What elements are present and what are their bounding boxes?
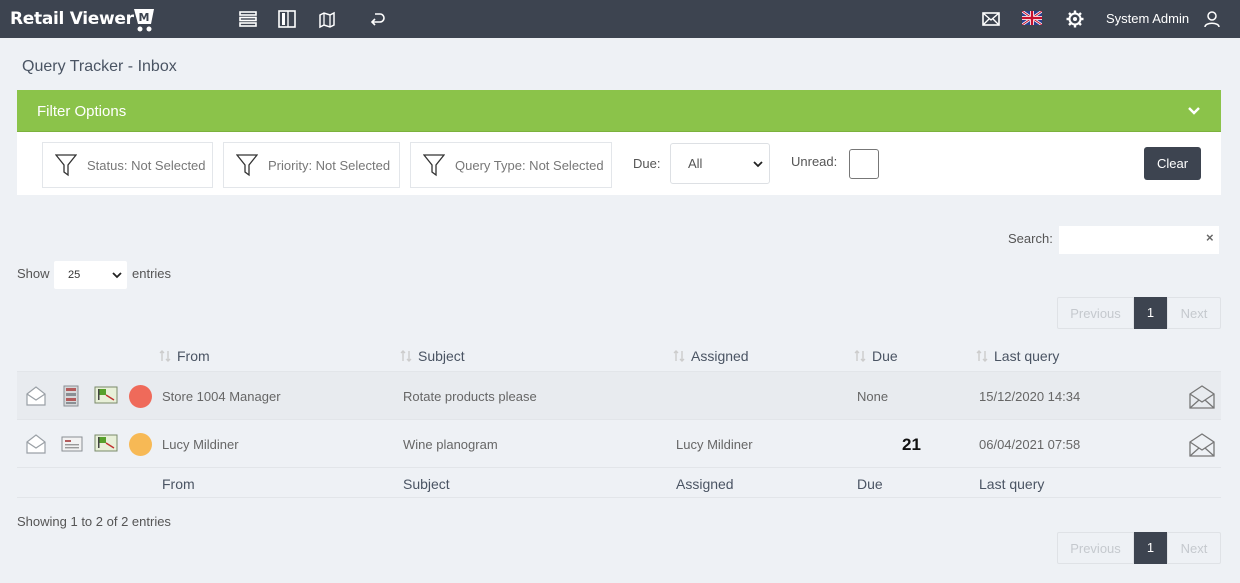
funnel-icon xyxy=(236,154,258,177)
show-label: Show xyxy=(17,266,50,281)
search-input[interactable] xyxy=(1059,226,1219,254)
column-header-last-query-label: Last query xyxy=(994,348,1060,364)
sort-icon xyxy=(400,350,412,362)
previous-page-button[interactable]: Previous xyxy=(1057,532,1134,564)
user-name[interactable]: System Admin xyxy=(1106,11,1189,26)
status-filter-label: Status: Not Selected xyxy=(87,157,206,173)
footer-due: Due xyxy=(857,476,883,492)
unread-label: Unread: xyxy=(791,154,838,169)
filter-panel-title: Filter Options xyxy=(37,103,127,120)
envelope-icon[interactable] xyxy=(1188,432,1216,458)
status-filter-button[interactable]: Status: Not Selected xyxy=(42,142,213,188)
last-query-cell: 06/04/2021 07:58 xyxy=(979,437,1081,452)
column-header-assigned[interactable]: Assigned xyxy=(672,348,749,364)
store-map-icon[interactable] xyxy=(317,9,337,29)
next-page-button[interactable]: Next xyxy=(1167,297,1221,329)
footer-assigned: Assigned xyxy=(676,476,734,492)
priority-indicator xyxy=(129,433,152,456)
due-cell: None xyxy=(857,389,889,404)
envelope-icon[interactable] xyxy=(1188,384,1216,410)
assigned-cell: Lucy Mildiner xyxy=(676,437,753,452)
sort-icon xyxy=(854,350,866,362)
due-select[interactable]: All xyxy=(670,143,770,184)
svg-text:M: M xyxy=(138,11,149,24)
query-type-filter-label: Query Type: Not Selected xyxy=(455,157,604,173)
previous-page-button[interactable]: Previous xyxy=(1057,297,1134,329)
chevron-down-icon xyxy=(753,161,763,168)
column-header-last-query[interactable]: Last query xyxy=(975,348,1059,364)
user-icon[interactable] xyxy=(1202,9,1222,29)
planogram-icon[interactable] xyxy=(277,9,297,29)
query-type-filter-button[interactable]: Query Type: Not Selected xyxy=(410,142,612,188)
cart-logo-icon: M xyxy=(132,7,156,32)
document-icon xyxy=(61,436,83,452)
entries-info: Showing 1 to 2 of 2 entries xyxy=(17,514,171,529)
column-header-assigned-label: Assigned xyxy=(691,348,749,364)
table-row[interactable]: Store 1004 Manager Rotate products pleas… xyxy=(17,372,1221,420)
priority-indicator xyxy=(129,385,152,408)
store-map-icon xyxy=(94,386,118,404)
open-envelope-icon xyxy=(26,434,46,454)
next-page-button[interactable]: Next xyxy=(1167,532,1221,564)
unread-checkbox[interactable] xyxy=(849,149,879,179)
due-select-value: All xyxy=(688,156,703,171)
last-query-cell: 15/12/2020 14:34 xyxy=(979,389,1081,404)
table-footer: From Subject Assigned Due Last query xyxy=(17,468,1221,498)
from-cell: Lucy Mildiner xyxy=(162,437,239,452)
column-header-due[interactable]: Due xyxy=(853,348,898,364)
due-label: Due: xyxy=(633,156,661,171)
footer-last-query: Last query xyxy=(979,476,1045,492)
uk-flag-icon[interactable] xyxy=(1022,11,1042,25)
planogram-shelf-icon xyxy=(63,385,79,407)
sort-icon xyxy=(159,350,171,362)
subject-cell: Wine planogram xyxy=(403,437,498,452)
list-view-icon[interactable] xyxy=(238,9,258,29)
store-map-icon xyxy=(94,434,118,452)
clear-search-icon[interactable]: × xyxy=(1206,230,1214,245)
chevron-down-icon xyxy=(112,272,122,279)
due-cell: 21 xyxy=(902,435,921,454)
column-header-subject[interactable]: Subject xyxy=(399,348,465,364)
sort-icon xyxy=(673,350,685,362)
settings-gear-icon[interactable] xyxy=(1065,9,1085,29)
clear-button[interactable]: Clear xyxy=(1144,147,1201,180)
pagination-bottom: Previous 1 Next xyxy=(1057,532,1221,564)
priority-filter-label: Priority: Not Selected xyxy=(268,157,391,173)
return-icon[interactable] xyxy=(367,9,387,29)
column-header-due-label: Due xyxy=(872,348,898,364)
top-navbar: Retail Viewer M System Admin xyxy=(0,0,1240,38)
entries-label: entries xyxy=(132,266,172,281)
table-row[interactable]: Lucy Mildiner Wine planogram Lucy Mildin… xyxy=(17,420,1221,468)
sort-icon xyxy=(976,350,988,362)
filter-panel: Filter Options Status: Not Selected Prio… xyxy=(17,90,1221,195)
entries-per-page-select[interactable]: 25 xyxy=(54,261,127,289)
page-title: Query Tracker - Inbox xyxy=(22,58,177,75)
column-header-from[interactable]: From xyxy=(158,348,210,364)
footer-subject: Subject xyxy=(403,476,450,492)
brand-logo[interactable]: Retail Viewer M xyxy=(10,5,156,33)
funnel-icon xyxy=(55,154,77,177)
mail-icon[interactable] xyxy=(981,9,1001,29)
subject-cell: Rotate products please xyxy=(403,389,537,404)
funnel-icon xyxy=(423,154,445,177)
column-header-subject-label: Subject xyxy=(418,348,465,364)
brand-name: Retail Viewer xyxy=(10,9,134,29)
pagination-top: Previous 1 Next xyxy=(1057,297,1221,329)
filter-panel-header[interactable]: Filter Options xyxy=(17,90,1221,132)
page-1-button[interactable]: 1 xyxy=(1134,297,1167,329)
from-cell: Store 1004 Manager xyxy=(162,389,281,404)
page-1-button[interactable]: 1 xyxy=(1134,532,1167,564)
priority-filter-button[interactable]: Priority: Not Selected xyxy=(223,142,400,188)
chevron-down-icon[interactable] xyxy=(1187,104,1201,118)
column-header-from-label: From xyxy=(177,348,210,364)
open-envelope-icon xyxy=(26,386,46,406)
footer-from: From xyxy=(162,476,195,492)
search-label: Search: xyxy=(1008,231,1053,246)
entries-select-value: 25 xyxy=(68,269,81,281)
